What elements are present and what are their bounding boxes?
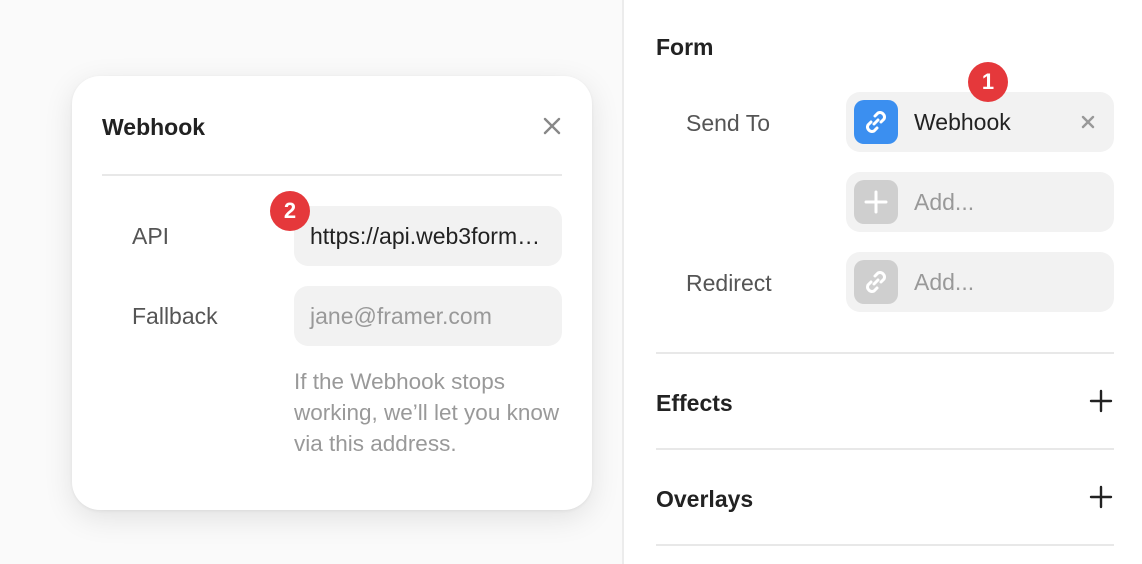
add-destination-button[interactable]: Add... <box>846 172 1114 232</box>
send-to-label: Send To <box>686 110 770 136</box>
redirect-field[interactable]: Add... <box>846 252 1114 312</box>
section-divider <box>656 352 1114 354</box>
fallback-hint: If the Webhook stops working, we’ll let … <box>294 369 560 456</box>
send-to-webhook-pill[interactable]: Webhook <box>846 92 1114 152</box>
redirect-placeholder: Add... <box>914 269 975 295</box>
fallback-label: Fallback <box>132 303 218 329</box>
form-section-title: Form <box>656 34 714 60</box>
fallback-email-field[interactable]: jane@framer.com <box>294 286 562 346</box>
add-destination-placeholder: Add... <box>914 189 975 215</box>
annotation-badge-2: 2 <box>270 191 310 231</box>
canvas-area: Webhook API https://api.web3forms.com/su… <box>0 0 622 564</box>
overlays-section-title: Overlays <box>656 486 754 512</box>
remove-icon[interactable] <box>1078 112 1098 132</box>
link-icon <box>854 100 898 144</box>
section-divider <box>656 448 1114 450</box>
link-icon <box>854 260 898 304</box>
annotation-badge-1: 1 <box>968 62 1008 102</box>
inspector-panel: Form Send To Webhook 1 Add... Redirect A… <box>622 0 1142 564</box>
section-divider <box>656 544 1114 546</box>
redirect-label: Redirect <box>686 270 772 296</box>
api-label: API <box>132 223 170 249</box>
add-overlay-plus-icon[interactable] <box>1088 484 1114 510</box>
close-icon[interactable] <box>540 114 564 138</box>
popover-divider <box>102 174 562 176</box>
send-to-value: Webhook <box>914 109 1011 135</box>
effects-section-title: Effects <box>656 390 733 416</box>
popover-title: Webhook <box>102 114 206 140</box>
plus-icon <box>854 180 898 224</box>
api-url-field[interactable]: https://api.web3forms.com/submit <box>294 206 562 266</box>
webhook-popover: Webhook API https://api.web3forms.com/su… <box>72 76 592 510</box>
add-effect-plus-icon[interactable] <box>1088 388 1114 414</box>
